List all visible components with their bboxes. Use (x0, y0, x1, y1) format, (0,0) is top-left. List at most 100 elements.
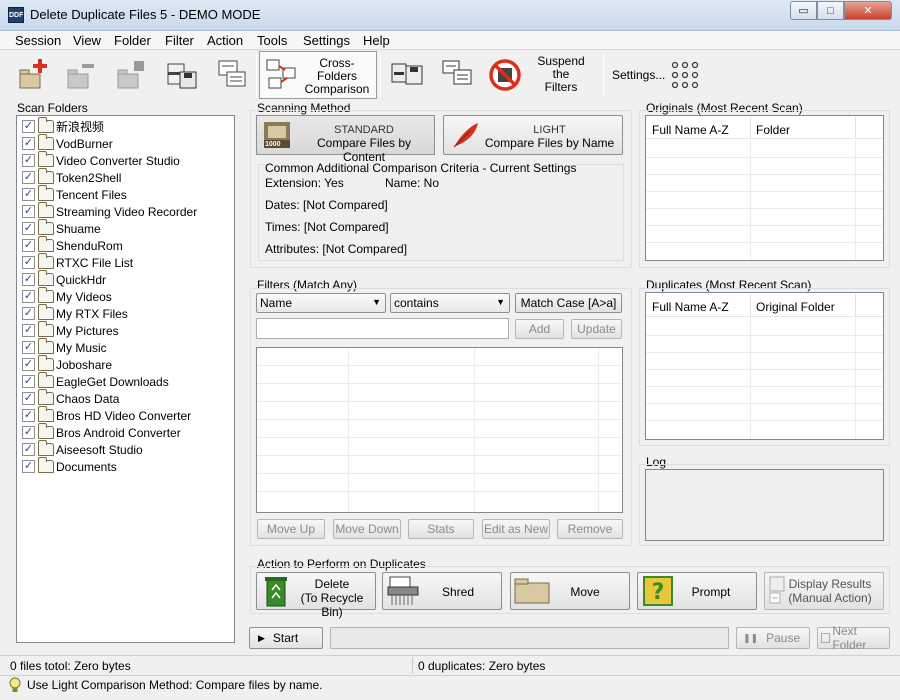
scan-folder-item[interactable]: ✓ Streaming Video Recorder (22, 202, 197, 220)
pause-button[interactable]: ❚❚ Pause (736, 627, 810, 649)
menu-session[interactable]: Session (15, 33, 61, 48)
move-down-button[interactable]: Move Down (333, 519, 401, 539)
duplicates-col-folder[interactable]: Original Folder (756, 300, 835, 314)
folder-checkbox[interactable]: ✓ (22, 392, 35, 405)
scan-folder-item[interactable]: ✓ Token2Shell (22, 168, 121, 186)
menu-help[interactable]: Help (363, 33, 390, 48)
scan-folder-item[interactable]: ✓ EagleGet Downloads (22, 372, 169, 390)
scan-folder-item[interactable]: ✓ Bros Android Converter (22, 423, 181, 441)
menu-tools[interactable]: Tools (257, 33, 287, 48)
add-folder-icon[interactable] (16, 58, 50, 92)
grid-line (257, 365, 622, 366)
close-button[interactable]: ✕ (844, 1, 892, 20)
duplicates-col-name[interactable]: Full Name A-Z (652, 300, 729, 314)
folder-checkbox[interactable]: ✓ (22, 273, 35, 286)
filter-field-select[interactable]: Name ▼ (256, 293, 386, 313)
originals-col-folder[interactable]: Folder (756, 123, 790, 137)
folder-checkbox[interactable]: ✓ (22, 256, 35, 269)
scan-folder-item[interactable]: ✓ Video Converter Studio (22, 151, 180, 169)
folder-checkbox[interactable]: ✓ (22, 154, 35, 167)
status-hint: Use Light Comparison Method: Compare fil… (27, 678, 323, 692)
grid-line (257, 437, 622, 438)
folder-options-icon[interactable] (114, 58, 148, 92)
play-icon: ▶ (258, 632, 265, 643)
svg-text:?: ? (652, 580, 665, 605)
folder-checkbox[interactable]: ✓ (22, 171, 35, 184)
prompt-action-label: Prompt (691, 585, 731, 599)
scan-folder-item[interactable]: ✓ Aiseesoft Studio (22, 440, 143, 458)
folder-checkbox[interactable]: ✓ (22, 375, 35, 388)
compare-files-icon[interactable] (440, 58, 474, 92)
next-folder-label: Next Folder (832, 624, 867, 652)
folder-checkbox[interactable]: ✓ (22, 120, 35, 133)
scan-folder-item[interactable]: ✓ Chaos Data (22, 389, 119, 407)
filter-operator-select[interactable]: contains ▼ (390, 293, 510, 313)
menu-settings[interactable]: Settings (303, 33, 350, 48)
maximize-button[interactable]: □ (817, 1, 844, 20)
folder-checkbox[interactable]: ✓ (22, 137, 35, 150)
log-textarea[interactable] (645, 469, 884, 541)
scan-folder-item[interactable]: ✓ Shuame (22, 219, 101, 237)
folder-checkbox[interactable]: ✓ (22, 409, 35, 422)
grid-line (646, 242, 883, 243)
next-folder-button[interactable]: Next Folder (817, 624, 890, 652)
folder-checkbox[interactable]: ✓ (22, 443, 35, 456)
folder-checkbox[interactable]: ✓ (22, 426, 35, 439)
folder-checkbox[interactable]: ✓ (22, 341, 35, 354)
scan-folder-item[interactable]: ✓ Joboshare (22, 355, 113, 373)
move-up-button[interactable]: Move Up (257, 519, 325, 539)
filters-list[interactable] (256, 347, 623, 513)
scan-folder-item[interactable]: ✓ ShenduRom (22, 236, 123, 254)
folder-label: Joboshare (56, 357, 113, 372)
settings-label[interactable]: Settings... (612, 69, 665, 82)
folder-checkbox[interactable]: ✓ (22, 222, 35, 235)
menu-view[interactable]: View (73, 33, 101, 48)
scan-folder-item[interactable]: ✓ 新浪视频 (22, 117, 104, 135)
save-session-icon[interactable] (166, 58, 200, 92)
scan-folder-item[interactable]: ✓ VodBurner (22, 134, 113, 152)
filter-text-input[interactable] (256, 318, 509, 339)
pause-icon: ❚❚ (743, 632, 759, 643)
suspend-filters-icon[interactable] (488, 58, 522, 92)
folder-checkbox[interactable]: ✓ (22, 188, 35, 201)
folder-icon (38, 253, 54, 269)
column-divider (855, 117, 856, 138)
stats-button[interactable]: Stats (408, 519, 474, 539)
add-filter-button[interactable]: Add (515, 319, 564, 339)
originals-col-name[interactable]: Full Name A-Z (652, 123, 729, 137)
folder-checkbox[interactable]: ✓ (22, 324, 35, 337)
folder-checkbox[interactable]: ✓ (22, 205, 35, 218)
start-button[interactable]: ▶ Start (249, 627, 323, 649)
scan-folder-item[interactable]: ✓ QuickHdr (22, 270, 106, 288)
edit-as-new-button[interactable]: Edit as New (482, 519, 550, 539)
scan-folder-item[interactable]: ✓ Documents (22, 457, 117, 475)
scan-folder-item[interactable]: ✓ My Pictures (22, 321, 119, 339)
update-filter-button[interactable]: Update (571, 319, 622, 339)
scan-folder-item[interactable]: ✓ My Videos (22, 287, 112, 305)
menu-filter[interactable]: Filter (165, 33, 194, 48)
match-case-button[interactable]: Match Case [A>a] (515, 293, 622, 313)
folder-checkbox[interactable]: ✓ (22, 460, 35, 473)
menu-action[interactable]: Action (207, 33, 243, 48)
export-list-icon[interactable] (215, 58, 249, 92)
folder-checkbox[interactable]: ✓ (22, 290, 35, 303)
scan-folder-item[interactable]: ✓ My RTX Files (22, 304, 128, 322)
compare-drives-icon[interactable] (390, 58, 424, 92)
criteria-dates: Dates: [Not Compared] (265, 198, 388, 212)
scan-folder-item[interactable]: ✓ Bros HD Video Converter (22, 406, 191, 424)
suspend-filters-label[interactable]: Suspend the Filters (530, 55, 592, 94)
grid-line (646, 352, 883, 353)
scan-folder-item[interactable]: ✓ Tencent Files (22, 185, 127, 203)
menu-folder[interactable]: Folder (114, 33, 151, 48)
remove-folder-icon[interactable] (64, 58, 98, 92)
grid-line (855, 140, 856, 260)
scan-folder-item[interactable]: ✓ My Music (22, 338, 107, 356)
folder-checkbox[interactable]: ✓ (22, 307, 35, 320)
folder-checkbox[interactable]: ✓ (22, 358, 35, 371)
scan-folder-item[interactable]: ✓ RTXC File List (22, 253, 133, 271)
folder-checkbox[interactable]: ✓ (22, 239, 35, 252)
settings-grid-icon[interactable] (670, 60, 700, 90)
recycle-bin-icon (265, 577, 287, 607)
remove-filter-button[interactable]: Remove (557, 519, 623, 539)
minimize-button[interactable]: ▭ (790, 1, 817, 20)
